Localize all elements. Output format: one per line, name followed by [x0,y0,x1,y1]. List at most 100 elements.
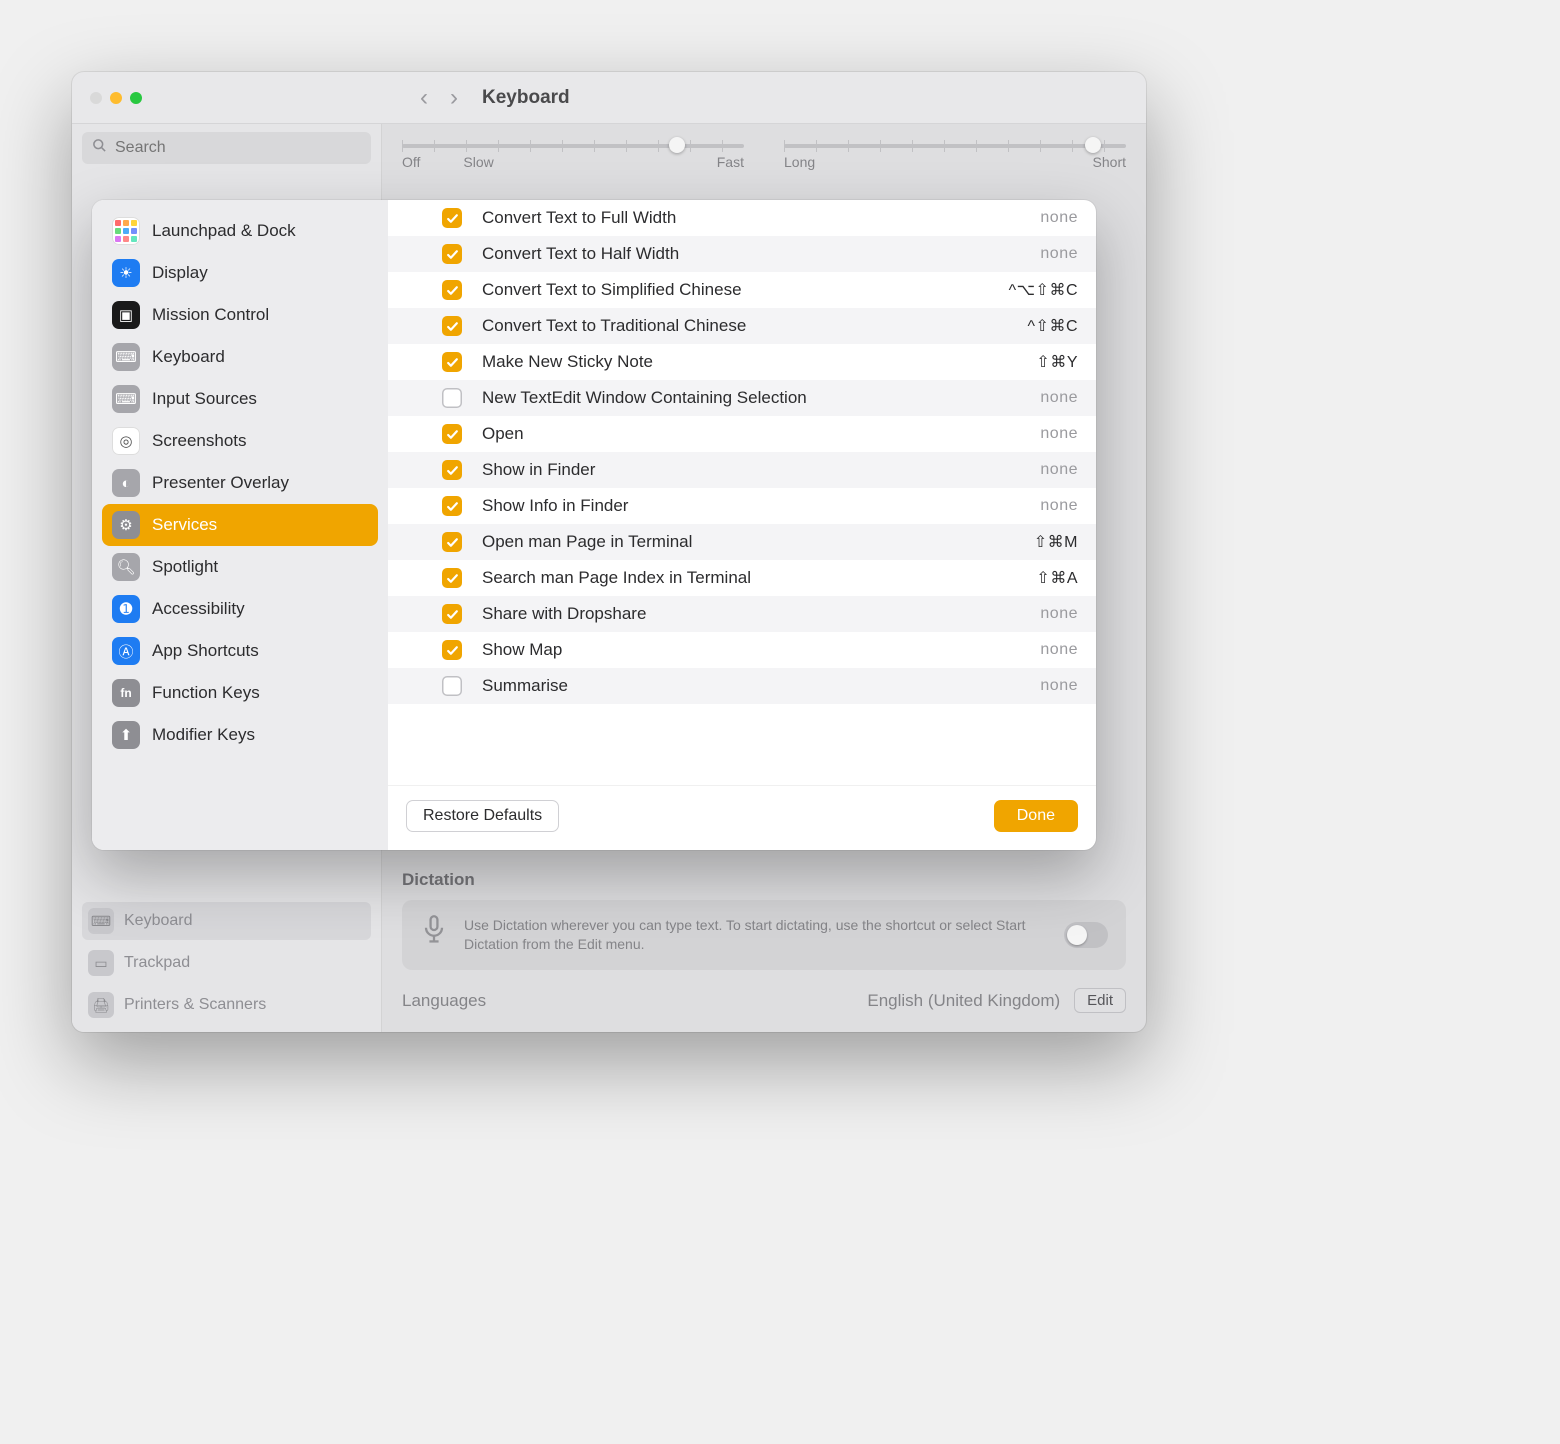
spotlight-icon: 🔍︎ [112,553,140,581]
service-shortcut[interactable]: none [988,425,1078,443]
service-checkbox[interactable] [442,460,462,480]
nav-back-icon[interactable]: ‹ [420,84,428,112]
service-shortcut[interactable]: none [988,605,1078,623]
service-shortcut[interactable]: none [988,209,1078,227]
service-checkbox[interactable] [442,496,462,516]
service-shortcut[interactable]: ^⌥⇧⌘C [988,280,1078,300]
slider-label-off: Off [402,154,420,170]
service-label: Convert Text to Traditional Chinese [482,315,988,336]
service-row[interactable]: Show Mapnone [388,632,1096,668]
category-label: App Shortcuts [152,641,259,661]
trackpad-icon: ▭ [88,950,114,976]
service-checkbox[interactable] [442,280,462,300]
service-label: Open [482,423,988,444]
category-label: Function Keys [152,683,260,703]
service-shortcut[interactable]: none [988,641,1078,659]
service-row[interactable]: Open man Page in Terminal⇧⌘M [388,524,1096,560]
slider-label-short: Short [1093,154,1126,170]
service-shortcut[interactable]: ⇧⌘A [988,568,1078,588]
nav-forward-icon[interactable]: › [450,84,458,112]
service-row[interactable]: Make New Sticky Note⇧⌘Y [388,344,1096,380]
sidebar-item-keyboard[interactable]: ⌨︎ Keyboard [82,902,371,940]
service-row[interactable]: Share with Dropsharenone [388,596,1096,632]
service-shortcut[interactable]: none [988,389,1078,407]
category-item-mission[interactable]: ▣Mission Control [102,294,378,336]
category-item-display[interactable]: ☀︎Display [102,252,378,294]
search-input[interactable] [115,139,361,157]
keyboard-icon: ⌨︎ [88,908,114,934]
service-shortcut[interactable]: ⇧⌘Y [988,352,1078,372]
category-item-spotlight[interactable]: 🔍︎Spotlight [102,546,378,588]
delay-slider[interactable]: Long Short [784,144,1126,170]
input-icon: ⌨︎ [112,385,140,413]
service-checkbox[interactable] [442,640,462,660]
service-checkbox[interactable] [442,604,462,624]
category-label: Screenshots [152,431,247,451]
category-item-presenter[interactable]: ◐Presenter Overlay [102,462,378,504]
service-checkbox[interactable] [442,532,462,552]
category-item-accessibility[interactable]: ➊ Accessibility [102,588,378,630]
sidebar-item-trackpad[interactable]: ▭ Trackpad [82,944,371,982]
key-repeat-slider[interactable]: Off Slow Fast [402,144,744,170]
service-row[interactable]: Summarisenone [388,668,1096,704]
category-label: Presenter Overlay [152,473,289,493]
service-row[interactable]: Show Info in Findernone [388,488,1096,524]
category-label: Accessibility [152,599,245,619]
service-label: Convert Text to Half Width [482,243,988,264]
service-checkbox[interactable] [442,244,462,264]
restore-defaults-button[interactable]: Restore Defaults [406,800,559,832]
service-label: Convert Text to Full Width [482,207,988,228]
sidebar-item-printers[interactable]: 🖨︎ Printers & Scanners [82,986,371,1024]
service-shortcut[interactable]: none [988,461,1078,479]
category-item-keyboard[interactable]: ⌨︎Keyboard [102,336,378,378]
service-row[interactable]: New TextEdit Window Containing Selection… [388,380,1096,416]
slider-label-long: Long [784,154,815,170]
minimize-button[interactable] [110,92,122,104]
accessibility-icon: ➊ [112,595,140,623]
close-button[interactable] [90,92,102,104]
category-label: Modifier Keys [152,725,255,745]
service-row[interactable]: Search man Page Index in Terminal⇧⌘A [388,560,1096,596]
titlebar: ‹ › Keyboard [72,72,1146,124]
search-icon [92,138,107,158]
service-row[interactable]: Convert Text to Simplified Chinese^⌥⇧⌘C [388,272,1096,308]
maximize-button[interactable] [130,92,142,104]
dictation-toggle[interactable] [1064,922,1108,948]
search-field[interactable] [82,132,371,164]
service-row[interactable]: Opennone [388,416,1096,452]
languages-row: Languages English (United Kingdom) Edit [402,988,1126,1013]
category-item-functionkeys[interactable]: fnFunction Keys [102,672,378,714]
category-item-services[interactable]: ⚙︎Services [102,504,378,546]
slider-label-fast: Fast [717,154,744,170]
service-row[interactable]: Convert Text to Half Widthnone [388,236,1096,272]
service-checkbox[interactable] [442,424,462,444]
service-shortcut[interactable]: none [988,677,1078,695]
service-checkbox[interactable] [442,352,462,372]
category-label: Input Sources [152,389,257,409]
printer-icon: 🖨︎ [88,992,114,1018]
service-row[interactable]: Convert Text to Full Widthnone [388,200,1096,236]
service-checkbox[interactable] [442,388,462,408]
service-shortcut[interactable]: none [988,497,1078,515]
service-row[interactable]: Show in Findernone [388,452,1096,488]
service-checkbox[interactable] [442,316,462,336]
service-checkbox[interactable] [442,568,462,588]
sheet-main: Convert Text to Full WidthnoneConvert Te… [388,200,1096,850]
services-list[interactable]: Convert Text to Full WidthnoneConvert Te… [388,200,1096,786]
service-shortcut[interactable]: ^⇧⌘C [988,316,1078,336]
category-item-input[interactable]: ⌨︎ Input Sources [102,378,378,420]
service-checkbox[interactable] [442,676,462,696]
service-shortcut[interactable]: none [988,245,1078,263]
shortcuts-sheet: Launchpad & Dock☀︎Display▣Mission Contro… [92,200,1096,850]
category-item-modifier[interactable]: ⬆︎ Modifier Keys [102,714,378,756]
category-item-launchpad[interactable]: Launchpad & Dock [102,210,378,252]
done-button[interactable]: Done [994,800,1078,832]
service-checkbox[interactable] [442,208,462,228]
category-item-screenshots[interactable]: ◎Screenshots [102,420,378,462]
service-label: Show in Finder [482,459,988,480]
category-item-appshortcuts[interactable]: ⒶApp Shortcuts [102,630,378,672]
service-row[interactable]: Convert Text to Traditional Chinese^⇧⌘C [388,308,1096,344]
edit-languages-button[interactable]: Edit [1074,988,1126,1013]
modifier-icon: ⬆︎ [112,721,140,749]
service-shortcut[interactable]: ⇧⌘M [988,532,1078,552]
